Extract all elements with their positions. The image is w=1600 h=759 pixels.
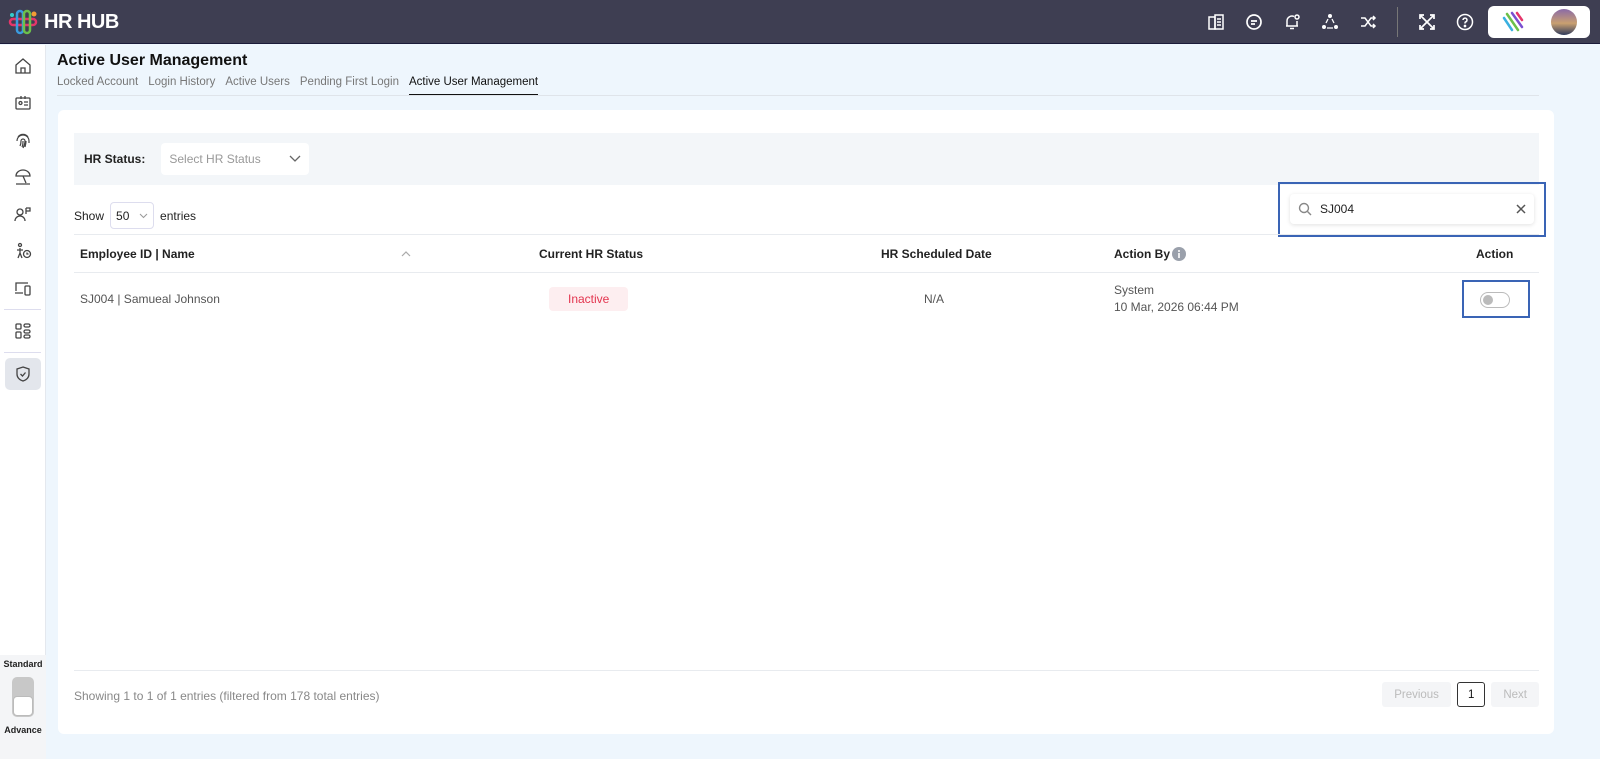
next-button[interactable]: Next (1491, 682, 1539, 707)
entries-select[interactable]: 50 (110, 202, 155, 229)
user-flag-icon (14, 207, 31, 222)
search-box (1290, 194, 1534, 224)
shield-check-icon (16, 366, 30, 382)
id-card-icon (15, 96, 31, 110)
tab-locked-account[interactable]: Locked Account (57, 76, 138, 96)
mode-advance-label: Advance (4, 725, 42, 735)
notification-bell-icon[interactable] (1273, 0, 1311, 44)
sidebar-item-user-flag[interactable] (5, 198, 41, 230)
directory-icon[interactable] (1197, 0, 1235, 44)
tab-bar: Locked Account Login History Active User… (57, 76, 539, 96)
hr-status-placeholder: Select HR Status (169, 152, 261, 166)
info-icon[interactable] (1172, 247, 1186, 261)
mode-switch[interactable]: Standard Advance (0, 655, 46, 759)
sidebar-item-devices[interactable] (5, 272, 41, 304)
footer-divider (74, 670, 1539, 671)
umbrella-icon (15, 169, 31, 185)
toggle-highlight (1462, 280, 1530, 318)
sidebar-item-leave[interactable] (5, 161, 41, 193)
sidebar-item-security[interactable] (5, 358, 41, 390)
person-clock-icon (17, 242, 32, 259)
sidebar: Standard Advance (0, 45, 46, 759)
page-title: Active User Management (57, 52, 248, 69)
column-hr-scheduled-date[interactable]: HR Scheduled Date (881, 247, 992, 261)
sidebar-item-person-clock[interactable] (5, 235, 41, 267)
show-label: Show (74, 208, 105, 223)
sidebar-item-id-card[interactable] (5, 87, 41, 119)
pagination: Previous 1 Next (1382, 682, 1539, 707)
entries-value: 50 (116, 208, 130, 223)
column-employee[interactable]: Employee ID | Name (80, 247, 195, 261)
page-1-button[interactable]: 1 (1456, 682, 1486, 707)
column-current-hr-status[interactable]: Current HR Status (539, 247, 643, 261)
entries-info: Showing 1 to 1 of 1 entries (filtered fr… (74, 689, 380, 703)
table-header: Employee ID | Name Current HR Status HR … (74, 234, 1539, 273)
help-icon[interactable] (1446, 0, 1484, 44)
scheduled-date-cell: N/A (924, 292, 945, 306)
mode-toggle[interactable] (12, 677, 34, 717)
status-badge: Inactive (549, 287, 629, 311)
sidebar-item-apps[interactable] (5, 315, 41, 347)
entries-control: Show 50 entries (74, 202, 196, 229)
fingerprint-icon (16, 133, 30, 149)
hr-status-label: HR Status: (84, 152, 146, 166)
mode-standard-label: Standard (3, 659, 43, 669)
action-by-cell: System (1114, 283, 1155, 297)
page-header: Active User Management Locked Account Lo… (57, 52, 539, 96)
avatar[interactable] (1551, 9, 1577, 35)
search-highlight (1278, 182, 1546, 237)
hr-hub-logo-icon (8, 9, 38, 35)
tab-active-users[interactable]: Active Users (225, 76, 290, 96)
top-bar: HR HUB (0, 0, 1600, 44)
tab-divider (57, 95, 1539, 96)
app-title: HR HUB (44, 10, 119, 33)
tab-login-history[interactable]: Login History (148, 76, 215, 96)
column-action-by[interactable]: Action By (1114, 247, 1170, 261)
previous-button[interactable]: Previous (1382, 682, 1451, 707)
fullscreen-icon[interactable] (1408, 0, 1446, 44)
filter-bar: HR Status: Select HR Status (74, 133, 1539, 185)
clear-search-icon[interactable] (1516, 204, 1526, 214)
profile-button[interactable] (1488, 6, 1590, 38)
devices-icon (15, 282, 31, 296)
tab-pending-first-login[interactable]: Pending First Login (300, 76, 399, 96)
apps-grid-icon (15, 323, 31, 339)
sidebar-divider (4, 352, 41, 353)
network-icon[interactable] (1311, 0, 1349, 44)
chevron-down-icon (289, 155, 301, 162)
home-icon (15, 58, 31, 74)
employee-cell: SJ004 | Samueal Johnson (80, 292, 220, 306)
column-action: Action (1476, 247, 1514, 261)
search-input[interactable] (1320, 202, 1508, 216)
divider (1397, 7, 1398, 37)
sort-asc-icon[interactable] (401, 251, 411, 257)
sidebar-item-home[interactable] (5, 50, 41, 82)
table-row: SJ004 | Samueal Johnson Inactive N/A Sys… (74, 273, 1539, 325)
action-date-cell: 10 Mar, 2026 06:44 PM (1114, 300, 1239, 314)
app-logo[interactable]: HR HUB (8, 9, 119, 35)
tab-active-user-management[interactable]: Active User Management (408, 76, 539, 96)
chat-icon[interactable] (1235, 0, 1273, 44)
hr-status-select[interactable]: Select HR Status (161, 143, 310, 175)
chevron-down-icon (139, 213, 148, 218)
shuffle-icon[interactable] (1349, 0, 1387, 44)
brand-logo-icon (1502, 11, 1524, 32)
content-card: HR Status: Select HR Status Show 50 entr… (58, 110, 1554, 734)
search-icon (1298, 202, 1312, 216)
sidebar-item-attendance[interactable] (5, 124, 41, 156)
entries-label: entries (160, 208, 197, 223)
active-toggle[interactable] (1480, 292, 1510, 308)
sidebar-divider (4, 309, 41, 310)
